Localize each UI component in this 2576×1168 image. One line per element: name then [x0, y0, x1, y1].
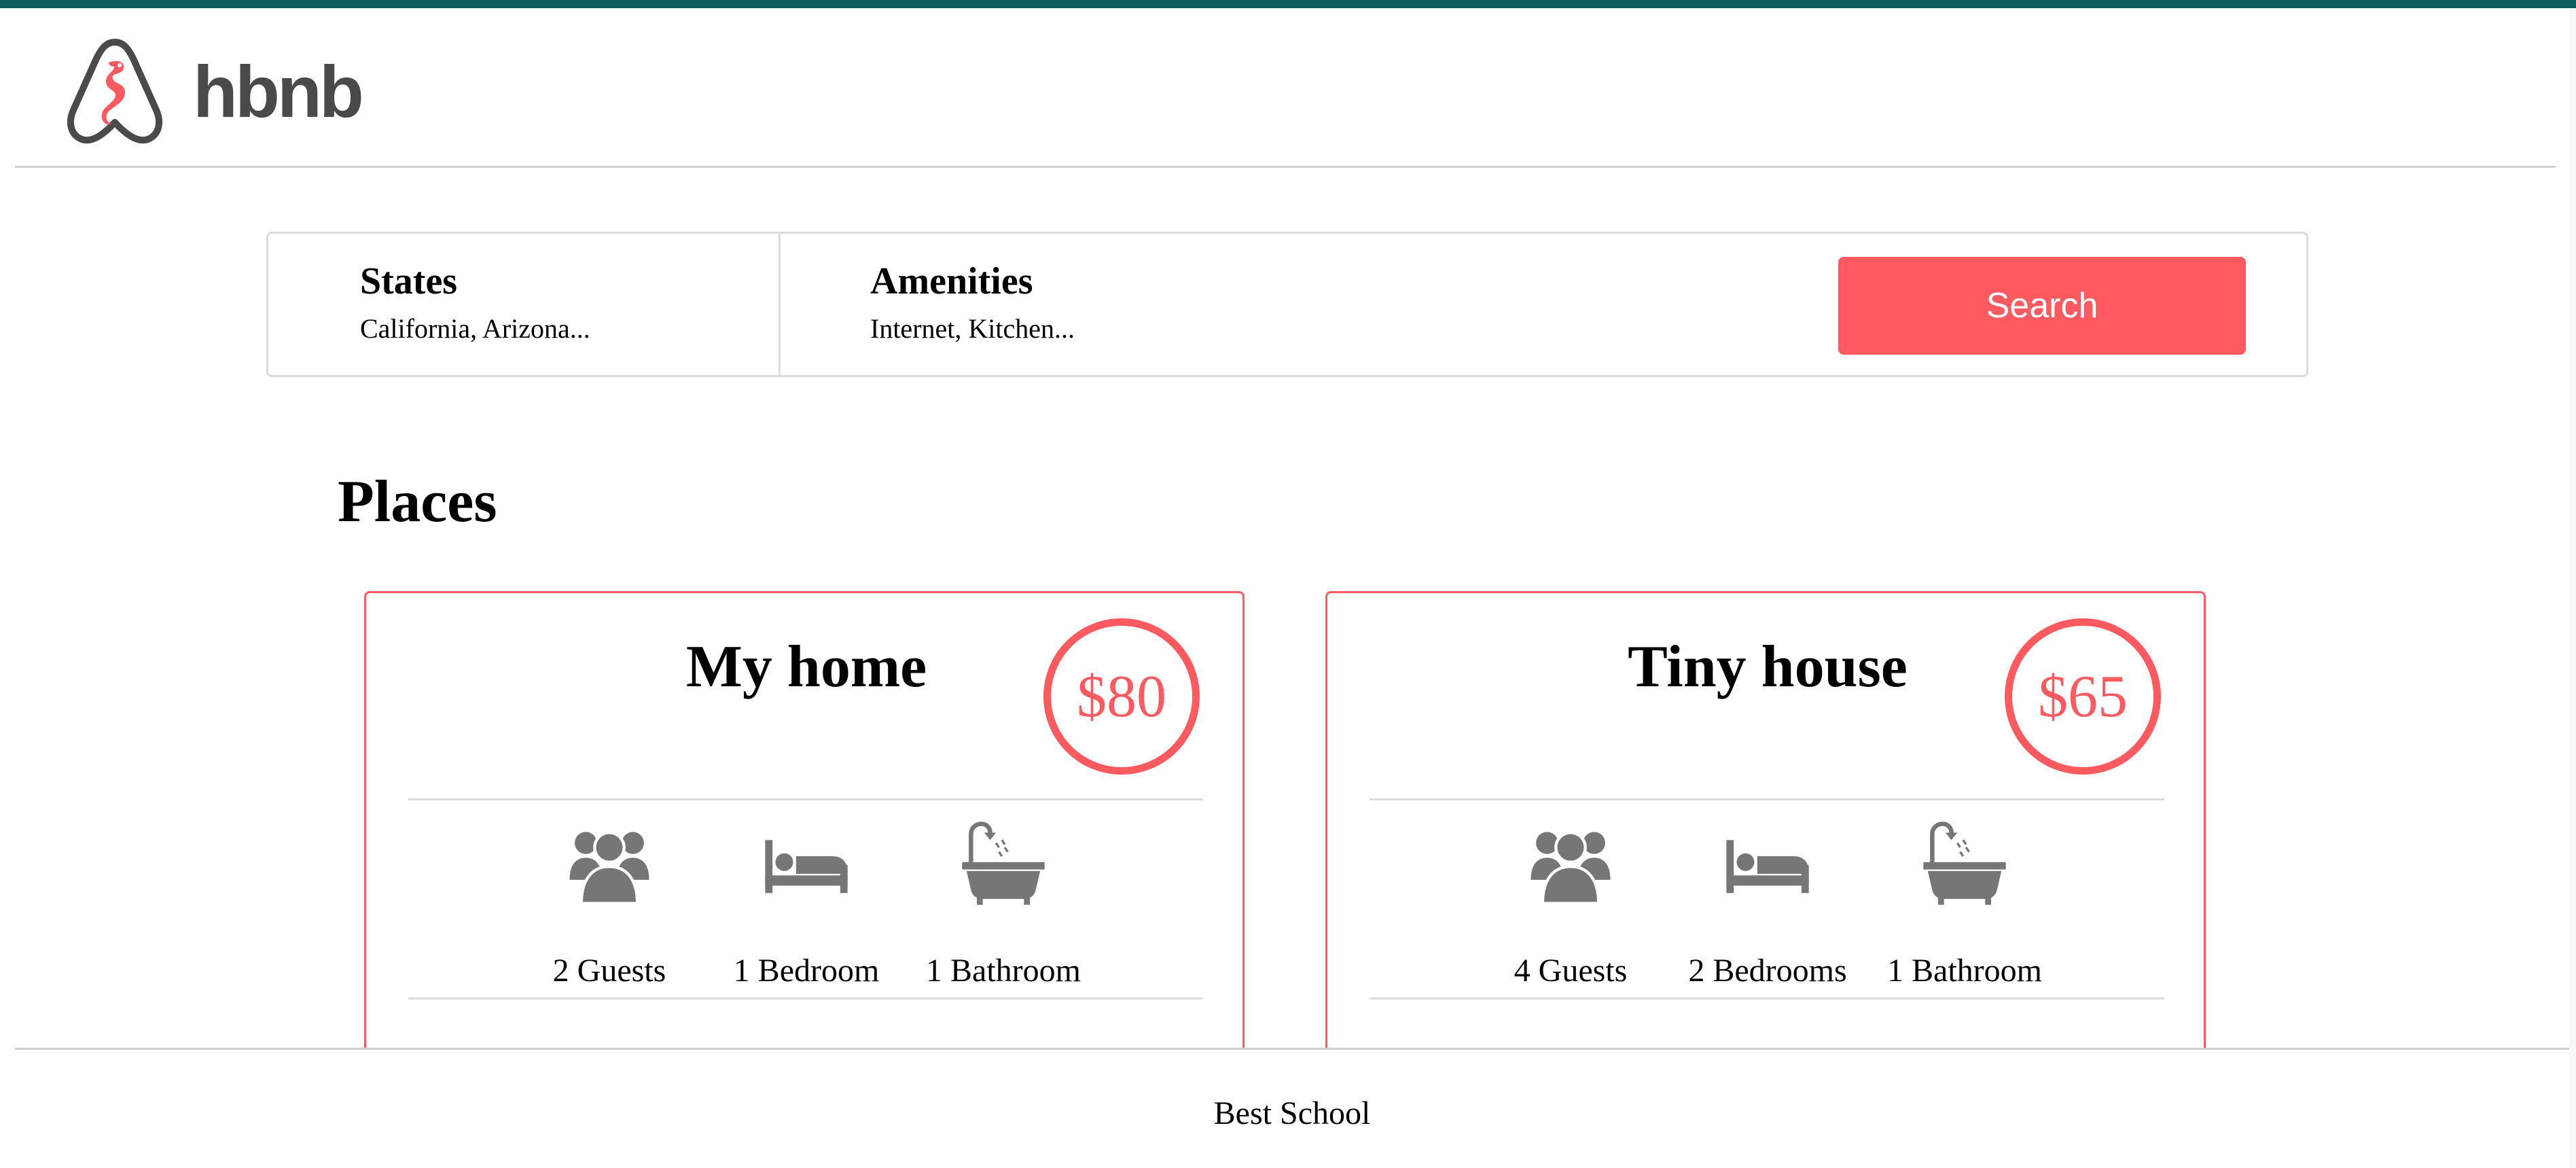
logo[interactable]: hbnb: [64, 35, 364, 151]
place-card[interactable]: My home $80 2 Guests 1 Bedroom 1 Bathroo…: [364, 591, 1245, 1080]
bedrooms-info: 1 Bedroom: [718, 819, 895, 996]
bathrooms-info: 1 Bathroom: [1876, 819, 2053, 996]
divider: [1370, 798, 2164, 800]
divider: [1370, 997, 2164, 999]
guests-info: 2 Guests: [521, 819, 698, 996]
bed-icon: [765, 840, 848, 893]
bedrooms-label: 2 Bedrooms: [1688, 953, 1847, 989]
guests-icon: [569, 831, 649, 905]
filters-bar: States California, Arizona... Amenities …: [266, 232, 2308, 377]
amenities-filter-selected: Internet, Kitchen...: [870, 313, 1075, 344]
scrollbar-track[interactable]: [2569, 8, 2576, 1168]
footer-text: Best School: [1213, 1095, 1371, 1131]
site-header: hbnb: [15, 8, 2556, 168]
places-title: Places: [338, 469, 497, 535]
price-badge: $65: [2005, 618, 2161, 775]
bathrooms-info: 1 Bathroom: [915, 819, 1092, 996]
guests-info: 4 Guests: [1482, 819, 1659, 996]
logo-text: hbnb: [193, 50, 364, 132]
divider: [408, 997, 1203, 999]
bedrooms-label: 1 Bedroom: [733, 953, 880, 989]
site-footer: Best School: [15, 1048, 2569, 1168]
states-filter-selected: California, Arizona...: [360, 313, 590, 344]
bedrooms-info: 2 Bedrooms: [1679, 819, 1856, 996]
divider: [408, 798, 1203, 800]
amenities-filter-title: Amenities: [870, 260, 1033, 302]
airbnb-seahorse-logo-icon: [67, 39, 163, 144]
bathtub-icon: [962, 821, 1045, 905]
guests-icon: [1531, 831, 1611, 905]
bathtub-icon: [1923, 821, 2006, 905]
place-card[interactable]: Tiny house $65 4 Guests 2 Bedrooms 1 Bat…: [1325, 591, 2206, 1080]
amenities-filter[interactable]: Amenities Internet, Kitchen...: [781, 234, 1732, 375]
bed-icon: [1726, 840, 1809, 893]
top-accent-bar: [0, 0, 2576, 8]
states-filter[interactable]: States California, Arizona...: [268, 234, 781, 375]
bathrooms-label: 1 Bathroom: [926, 953, 1081, 989]
states-filter-title: States: [360, 260, 458, 302]
bathrooms-label: 1 Bathroom: [1887, 953, 2042, 989]
guests-label: 4 Guests: [1514, 953, 1628, 989]
search-button[interactable]: Search: [1838, 257, 2246, 355]
price-badge: $80: [1043, 618, 1200, 775]
guests-label: 2 Guests: [552, 953, 666, 989]
